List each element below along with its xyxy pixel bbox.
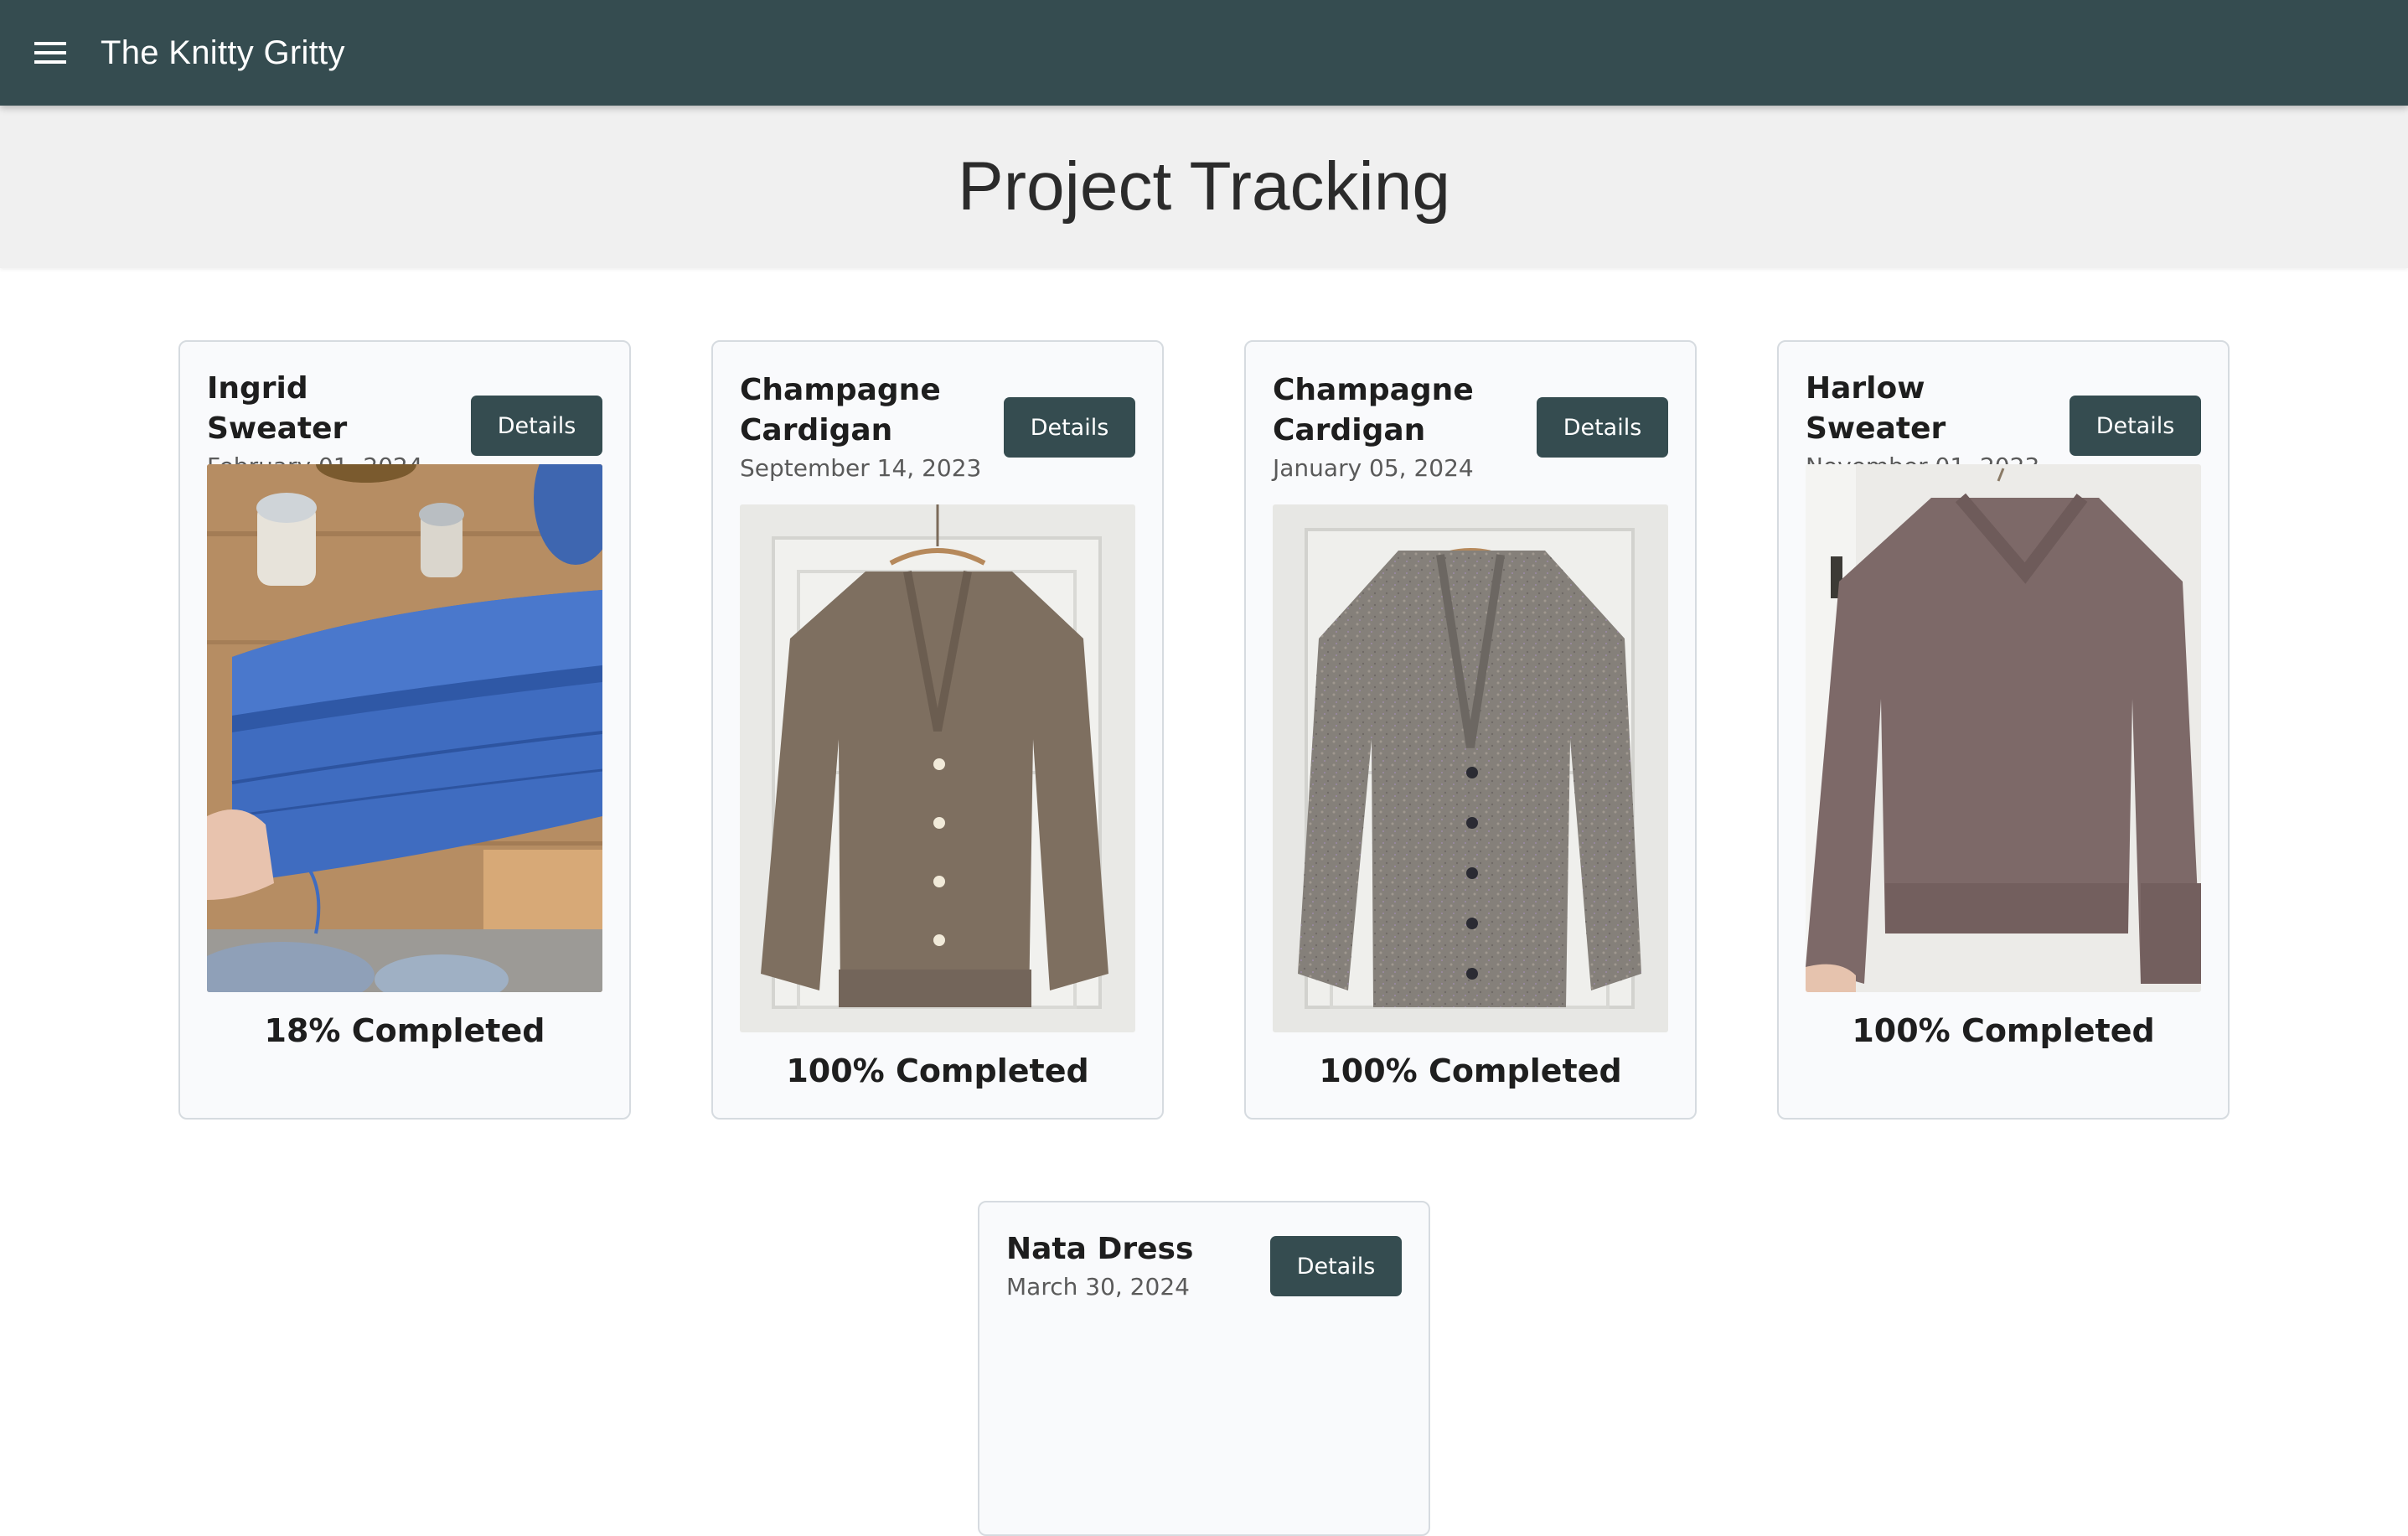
page-header: Project Tracking xyxy=(0,106,2408,268)
progress-text: 18% Completed xyxy=(264,1012,545,1049)
details-button[interactable]: Details xyxy=(1537,397,1668,458)
hamburger-menu-icon[interactable] xyxy=(0,0,101,106)
progress-text: 100% Completed xyxy=(1319,1052,1622,1089)
app-bar: The Knitty Gritty xyxy=(0,0,2408,106)
app-title[interactable]: The Knitty Gritty xyxy=(101,34,345,72)
details-button[interactable]: Details xyxy=(471,396,602,456)
project-card: Champagne Cardigan September 14, 2023 De… xyxy=(711,340,1164,1120)
details-button[interactable]: Details xyxy=(1270,1236,1402,1296)
project-card: Harlow Sweater November 01, 2023 Details… xyxy=(1777,340,2230,1120)
project-photo xyxy=(207,464,602,992)
project-photo xyxy=(740,504,1135,1032)
project-photo xyxy=(1806,464,2201,992)
project-date: September 14, 2023 xyxy=(740,454,982,482)
progress-text: 100% Completed xyxy=(786,1052,1089,1089)
project-title: Nata Dress xyxy=(1006,1232,1194,1266)
project-title: Ingrid Sweater xyxy=(207,371,348,446)
project-title: Harlow Sweater xyxy=(1806,371,1946,446)
page-title: Project Tracking xyxy=(958,148,1450,225)
project-card: Champagne Cardigan January 05, 2024 Deta… xyxy=(1244,340,1697,1120)
project-photo xyxy=(1273,504,1668,1032)
details-button[interactable]: Details xyxy=(1004,397,1135,458)
project-title: Champagne Cardigan xyxy=(1273,373,1474,447)
details-button[interactable]: Details xyxy=(2070,396,2201,456)
project-card: Ingrid Sweater February 01, 2024 Details xyxy=(178,340,631,1120)
project-card: Nata Dress March 30, 2024 Details xyxy=(978,1201,1430,1536)
progress-text: 100% Completed xyxy=(1852,1012,2155,1049)
project-date: January 05, 2024 xyxy=(1273,454,1474,482)
project-title: Champagne Cardigan xyxy=(740,373,941,447)
project-date: March 30, 2024 xyxy=(1006,1273,1190,1301)
